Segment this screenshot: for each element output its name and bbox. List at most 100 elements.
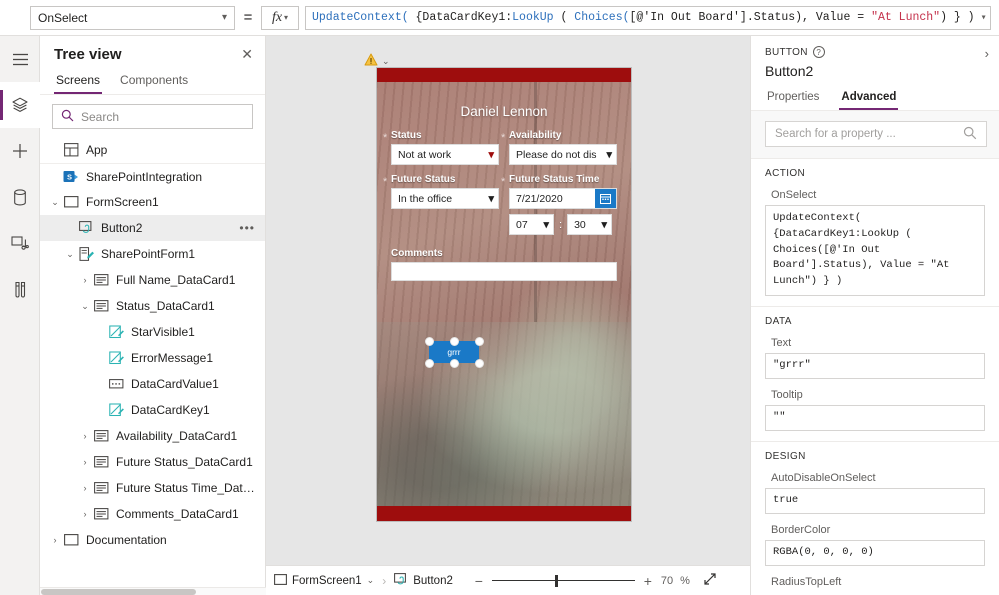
tree-node-datacardkey1[interactable]: DataCardKey1 [40,397,265,423]
tree-node-future-status-time-datacard1[interactable]: › Future Status Time_DataCard1 [40,475,265,501]
field-label: Comments [391,248,443,259]
resize-handle-bottom-right[interactable] [474,358,484,368]
zoom-in-button[interactable]: + [642,573,654,589]
fx-button[interactable]: fx ▾ [261,5,299,30]
tree-node-errormessage1[interactable]: ErrorMessage1 [40,345,265,371]
formula-text: UpdateContext( {DataCardKey1:LookUp ( Ch… [312,11,975,24]
property-search-input[interactable]: Search for a property ... [765,121,987,147]
tab-screens[interactable]: Screens [54,69,103,94]
tree-node-datacardvalue1[interactable]: DataCardValue1 [40,371,265,397]
chevron-down-icon[interactable]: ⌄ [78,301,92,312]
breadcrumb-screen[interactable]: FormScreen1 ⌄ [274,573,375,588]
chevron-down-icon[interactable]: ▾ [975,12,987,24]
tree-node-app[interactable]: App [40,137,265,163]
plus-icon[interactable] [0,128,40,174]
formula-token: "At Lunch" [871,11,941,24]
chevron-down-icon[interactable]: ⌄ [367,575,375,586]
field-future-status-time: * Future Status Time 7/21/2020 07 ▾: 30… [501,174,617,235]
form-fields: * Status Not at work ▾ * Availability Pl… [377,130,631,281]
required-asterisk-icon: * [501,176,506,188]
date-picker[interactable]: 7/21/2020 [509,188,617,209]
datacard-icon [92,274,110,286]
zoom-out-button[interactable]: − [473,573,485,589]
property-selector[interactable]: OnSelect ▾ [30,5,235,30]
property-field-input[interactable]: true [765,487,985,514]
property-field-input[interactable]: "grrr" [765,352,985,379]
minute-dropdown[interactable]: 30 ▾ [567,214,613,235]
tree-node-documentation[interactable]: › Documentation [40,527,265,553]
datacard-icon [92,456,110,468]
chevron-down-icon[interactable]: ⌄ [48,197,62,208]
tree-node-button2[interactable]: Button2 ••• [40,215,265,241]
tree-node-label: Comments_DataCard1 [116,507,239,521]
property-field-autodisableonselect: AutoDisableOnSelect true [765,472,985,514]
help-icon[interactable]: ? [812,46,825,58]
status-dropdown[interactable]: Not at work ▾ [391,144,499,165]
tree-view-header: Tree view ✕ [40,36,265,69]
svg-text:S: S [67,172,72,181]
chevron-down-icon: ▾ [284,13,289,22]
database-icon[interactable] [0,174,40,220]
zoom-slider[interactable] [491,574,635,587]
resize-handle-bottom-center[interactable] [449,358,459,368]
tree-horizontal-scrollbar[interactable] [40,587,266,595]
resize-handle-top-left[interactable] [424,336,434,346]
chevron-right-icon[interactable]: › [78,457,92,467]
property-field-input[interactable]: "" [765,404,985,431]
property-field-label: Text [771,336,792,349]
chevron-right-icon[interactable]: › [78,509,92,519]
resize-handle-bottom-left[interactable] [424,358,434,368]
tree-node-formscreen1[interactable]: ⌄ FormScreen1 [40,189,265,215]
close-icon[interactable]: ✕ [241,46,253,63]
app-screen-preview[interactable]: Daniel Lennon * Status Not at work ▾ * A… [376,67,632,522]
hamburger-menu-icon[interactable] [0,36,40,82]
property-section-title: DESIGN [765,450,806,462]
media-icon[interactable] [0,220,40,266]
tree-node-comments-datacard1[interactable]: › Comments_DataCard1 [40,501,265,527]
search-placeholder: Search [81,109,120,124]
tree-node-full-name-datacard1[interactable]: › Full Name_DataCard1 [40,267,265,293]
tree-node-starvisible1[interactable]: StarVisible1 [40,319,265,345]
tree-node-sharepointintegration[interactable]: S SharePointIntegration [40,163,265,189]
tab-properties[interactable]: Properties [765,88,821,110]
control-type-row: BUTTON ? [765,46,987,58]
calendar-icon[interactable] [595,189,616,208]
tree-node-future-status-datacard1[interactable]: › Future Status_DataCard1 [40,449,265,475]
future-status-dropdown[interactable]: In the office ▾ [391,188,499,209]
formula-input[interactable]: UpdateContext( {DataCardKey1:LookUp ( Ch… [305,5,991,30]
expand-diagonal-icon[interactable] [703,572,717,589]
tools-icon[interactable] [0,266,40,312]
hour-dropdown[interactable]: 07 ▾ [509,214,554,235]
comments-input[interactable] [391,262,617,281]
property-field-input[interactable]: RGBA(0, 0, 0, 0) [765,539,985,566]
tree-node-label: Documentation [86,533,167,547]
tree-node-sharepointform1[interactable]: ⌄ SharePointForm1 [40,241,265,267]
screen-bottom-bar [377,506,631,521]
chevron-down-icon[interactable]: ⌄ [63,249,77,260]
chevron-right-icon[interactable]: › [78,275,92,285]
tree-node-availability-datacard1[interactable]: › Availability_DataCard1 [40,423,265,449]
property-selector-value: OnSelect [38,10,88,25]
tab-advanced[interactable]: Advanced [839,88,899,110]
breadcrumb-control[interactable]: Button2 [394,572,453,589]
app-canvas[interactable]: ⌄ Daniel Lennon * Status Not at work ▾ *… [266,36,750,565]
chevron-right-icon[interactable]: › [78,431,92,441]
chevron-down-icon: ▾ [601,219,608,231]
search-input[interactable]: Search [52,104,253,129]
tab-components[interactable]: Components [118,69,190,94]
availability-dropdown[interactable]: Please do not dis ▾ [509,144,617,165]
resize-handle-top-center[interactable] [449,336,459,346]
property-field-input[interactable]: UpdateContext( {DataCardKey1:LookUp ( Ch… [765,205,985,296]
tree-node-more-icon[interactable]: ••• [239,221,255,235]
resize-handle-top-right[interactable] [474,336,484,346]
chevron-right-icon[interactable]: › [48,535,62,545]
chevron-right-icon[interactable]: › [78,483,92,493]
chevron-down-icon[interactable]: ⌄ [382,56,390,67]
zoom-slider-thumb[interactable] [554,574,558,587]
sharepoint-icon: S [62,170,80,184]
property-field-tooltip: Tooltip "" [765,389,985,431]
tree-node-status-datacard1[interactable]: ⌄ Status_DataCard1 [40,293,265,319]
required-asterisk-icon: * [501,132,506,144]
layers-icon[interactable] [0,82,40,128]
collapse-panel-icon[interactable]: › [985,46,989,61]
